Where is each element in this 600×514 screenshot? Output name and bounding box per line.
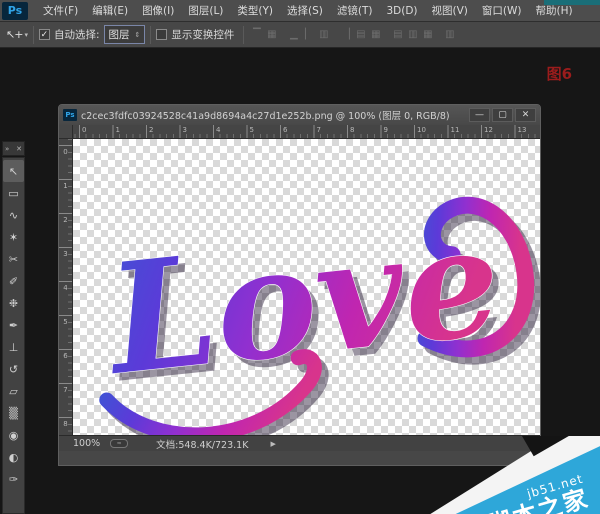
- distribute-left-edges-icon[interactable]: ▥: [405, 29, 420, 40]
- close-panel-icon[interactable]: ✕: [16, 145, 22, 153]
- ruler-tick-label: 10: [408, 125, 442, 138]
- dropdown-arrows-icon: ⇕: [135, 31, 141, 39]
- separator: [243, 26, 244, 44]
- ruler-tick-label: 2: [59, 207, 72, 241]
- ruler-tick-label: 5: [59, 309, 72, 343]
- ruler-tick-label: 0: [73, 125, 107, 138]
- vertical-ruler[interactable]: 0123456789: [59, 139, 73, 451]
- ruler-tick-label: 6: [274, 125, 308, 138]
- canvas-transparent-background[interactable]: Love Love: [73, 139, 540, 451]
- document-title-bar[interactable]: Ps c2cec3fdfc03924528c41a9d8694a4c27d1e2…: [59, 105, 540, 125]
- collapse-panel-icon[interactable]: »: [5, 145, 9, 153]
- ruler-tick-label: 7: [308, 125, 342, 138]
- menu-item[interactable]: 视图(V): [425, 0, 475, 22]
- menu-item[interactable]: 图像(I): [135, 0, 181, 22]
- minimize-button[interactable]: —: [469, 108, 490, 122]
- ruler-tick-label: 0: [59, 139, 72, 173]
- ruler-tick-label: 13: [509, 125, 541, 138]
- photoshop-logo: Ps: [2, 2, 28, 20]
- lasso-tool[interactable]: ∿: [3, 204, 24, 226]
- alignment-icons: ▔▦▁▏▥▕▤▦▤▥▦▥: [249, 29, 457, 40]
- chevron-down-icon[interactable]: ▾: [24, 31, 28, 39]
- document-title: c2cec3fdfc03924528c41a9d8694a4c27d1e252b…: [81, 108, 465, 122]
- align-top-edges-icon[interactable]: ▔: [249, 29, 264, 40]
- brush-tool[interactable]: ✒: [3, 314, 24, 336]
- menu-item[interactable]: 选择(S): [280, 0, 330, 22]
- auto-select-checkbox[interactable]: ✓: [39, 29, 50, 40]
- align-right-edges-icon[interactable]: ▕: [338, 29, 353, 40]
- watermark-banner: jb51.net 脚本之家: [405, 436, 600, 514]
- love-artwork: Love Love: [73, 139, 540, 451]
- move-tool[interactable]: ↖: [3, 160, 24, 182]
- show-transform-checkbox[interactable]: [156, 29, 167, 40]
- align-vertical-centers-icon[interactable]: ▦: [264, 29, 279, 40]
- distribute-top-edges-icon[interactable]: ▤: [353, 29, 368, 40]
- menu-bar: Ps 文件(F)编辑(E)图像(I)图层(L)类型(Y)选择(S)滤镜(T)3D…: [0, 0, 600, 22]
- align-left-edges-icon[interactable]: ▏: [301, 29, 316, 40]
- ruler-tick-label: 6: [59, 343, 72, 377]
- document-size-info: 文档:548.4K/723.1K: [156, 437, 248, 451]
- gradient-tool[interactable]: ▒: [3, 402, 24, 424]
- distribute-bottom-edges-icon[interactable]: ▤: [390, 29, 405, 40]
- menu-item[interactable]: 窗口(W): [475, 0, 529, 22]
- auto-select-label: 自动选择:: [54, 27, 100, 42]
- tool-panel-header: » ✕: [2, 141, 25, 156]
- ruler-tick-label: 1: [107, 125, 141, 138]
- menu-item[interactable]: 3D(D): [379, 0, 424, 22]
- separator: [33, 26, 34, 44]
- history-brush-tool[interactable]: ↺: [3, 358, 24, 380]
- options-bar: ↖+ ▾ ✓ 自动选择: 图层 ⇕ 显示变换控件 ▔▦▁▏▥▕▤▦▤▥▦▥: [0, 22, 600, 48]
- separator: [150, 26, 151, 44]
- pen-tool[interactable]: ✑: [3, 468, 24, 490]
- maximize-button[interactable]: ▢: [492, 108, 513, 122]
- zoom-level[interactable]: 100%: [73, 438, 100, 449]
- ruler-tick-label: 4: [207, 125, 241, 138]
- tool-panel: ↖▭∿✶✂✐❉✒⊥↺▱▒◉◐✑: [2, 157, 25, 514]
- menu-item[interactable]: 图层(L): [181, 0, 230, 22]
- status-menu-arrow-icon[interactable]: ▶: [270, 440, 275, 448]
- marquee-tool[interactable]: ▭: [3, 182, 24, 204]
- ruler-tick-label: 4: [59, 275, 72, 309]
- document-ps-icon: Ps: [63, 109, 77, 121]
- ruler-tick-label: 3: [59, 241, 72, 275]
- ruler-tick-label: 8: [341, 125, 375, 138]
- ruler-origin-corner[interactable]: [59, 125, 73, 139]
- ruler-tick-label: 3: [174, 125, 208, 138]
- healing-brush-tool[interactable]: ❉: [3, 292, 24, 314]
- eraser-tool[interactable]: ▱: [3, 380, 24, 402]
- ruler-tick-label: 1: [59, 173, 72, 207]
- horizontal-ruler[interactable]: 012345678910111213: [73, 125, 540, 139]
- menu-item[interactable]: 编辑(E): [85, 0, 135, 22]
- ruler-tick-label: 12: [475, 125, 509, 138]
- auto-select-target-value: 图层: [109, 27, 130, 42]
- document-window: Ps c2cec3fdfc03924528c41a9d8694a4c27d1e2…: [58, 104, 541, 466]
- scrubby-zoom-icon[interactable]: ≈: [110, 439, 128, 448]
- auto-select-target-dropdown[interactable]: 图层 ⇕: [104, 25, 146, 44]
- eyedropper-tool[interactable]: ✐: [3, 270, 24, 292]
- show-transform-label: 显示变换控件: [171, 27, 234, 42]
- menu-item[interactable]: 滤镜(T): [330, 0, 380, 22]
- menu-item[interactable]: 类型(Y): [230, 0, 280, 22]
- move-tool-preset-icon[interactable]: ↖+: [6, 28, 22, 41]
- magic-wand-tool[interactable]: ✶: [3, 226, 24, 248]
- distribute-right-edges-icon[interactable]: ▥: [442, 29, 457, 40]
- align-bottom-edges-icon[interactable]: ▁: [286, 29, 301, 40]
- screenshot-edge-artifact: [544, 0, 600, 5]
- figure-caption: 图6: [547, 63, 572, 84]
- menu-items: 文件(F)编辑(E)图像(I)图层(L)类型(Y)选择(S)滤镜(T)3D(D)…: [36, 0, 580, 22]
- align-horizontal-centers-icon[interactable]: ▥: [316, 29, 331, 40]
- menu-item[interactable]: 文件(F): [36, 0, 85, 22]
- distribute-horizontal-centers-icon[interactable]: ▦: [420, 29, 435, 40]
- ruler-tick-label: 5: [241, 125, 275, 138]
- dodge-tool[interactable]: ◐: [3, 446, 24, 468]
- blur-tool[interactable]: ◉: [3, 424, 24, 446]
- ruler-tick-label: 9: [375, 125, 409, 138]
- ruler-tick-label: 2: [140, 125, 174, 138]
- clone-stamp-tool[interactable]: ⊥: [3, 336, 24, 358]
- ruler-tick-label: 7: [59, 377, 72, 411]
- distribute-vertical-centers-icon[interactable]: ▦: [368, 29, 383, 40]
- close-button[interactable]: ✕: [515, 108, 536, 122]
- crop-tool[interactable]: ✂: [3, 248, 24, 270]
- ruler-tick-label: 11: [442, 125, 476, 138]
